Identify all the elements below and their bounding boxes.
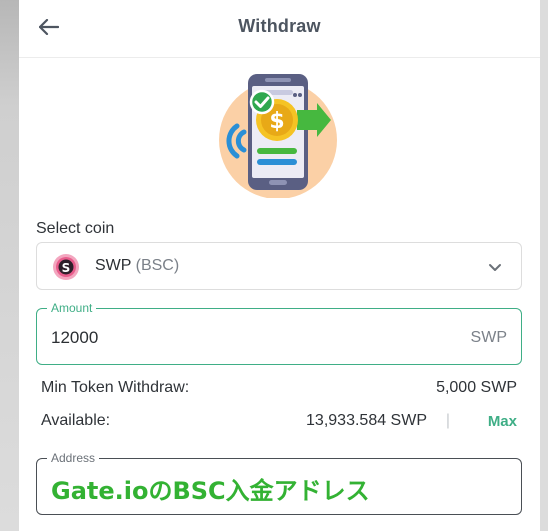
divider: | <box>445 412 450 429</box>
select-coin-label: Select coin <box>36 220 115 237</box>
svg-text:$: $ <box>269 109 284 134</box>
min-withdraw-label: Min Token Withdraw: <box>41 379 190 396</box>
amount-input[interactable] <box>51 327 431 349</box>
address-input[interactable]: Gate.ioのBSC入金アドレス <box>51 471 511 503</box>
available-value: 13,933.584 SWP <box>306 412 427 429</box>
available-label: Available: <box>41 412 111 429</box>
phone-transfer-icon: $ <box>219 74 337 199</box>
background-right <box>540 0 548 531</box>
swp-coin-icon: S <box>53 254 79 280</box>
withdraw-illustration: $ <box>217 70 341 199</box>
min-withdraw-row: Min Token Withdraw: 5,000 SWP <box>41 379 517 401</box>
svg-text:S: S <box>62 261 71 275</box>
amount-field[interactable]: Amount SWP <box>36 300 522 365</box>
address-label: Address <box>47 450 100 466</box>
header: Withdraw <box>19 0 540 58</box>
page-title: Withdraw <box>238 16 321 36</box>
amount-unit: SWP <box>470 329 507 346</box>
withdraw-panel: Withdraw $ Select coin S SWP (BSC) Amoun… <box>19 0 540 531</box>
min-withdraw-value: 5,000 SWP <box>436 379 517 396</box>
background-left <box>0 0 19 531</box>
address-field[interactable]: Address Gate.ioのBSC入金アドレス <box>36 450 522 515</box>
coin-name: SWP (BSC) <box>95 257 179 275</box>
chevron-down-icon <box>489 264 501 271</box>
coin-network: (BSC) <box>135 257 180 274</box>
amount-label: Amount <box>47 300 97 316</box>
max-button[interactable]: Max <box>488 413 517 430</box>
coin-symbol: SWP <box>95 257 132 274</box>
available-row: Available: 13,933.584 SWP | Max <box>41 412 517 434</box>
coin-select-dropdown[interactable]: S SWP (BSC) <box>36 242 522 290</box>
